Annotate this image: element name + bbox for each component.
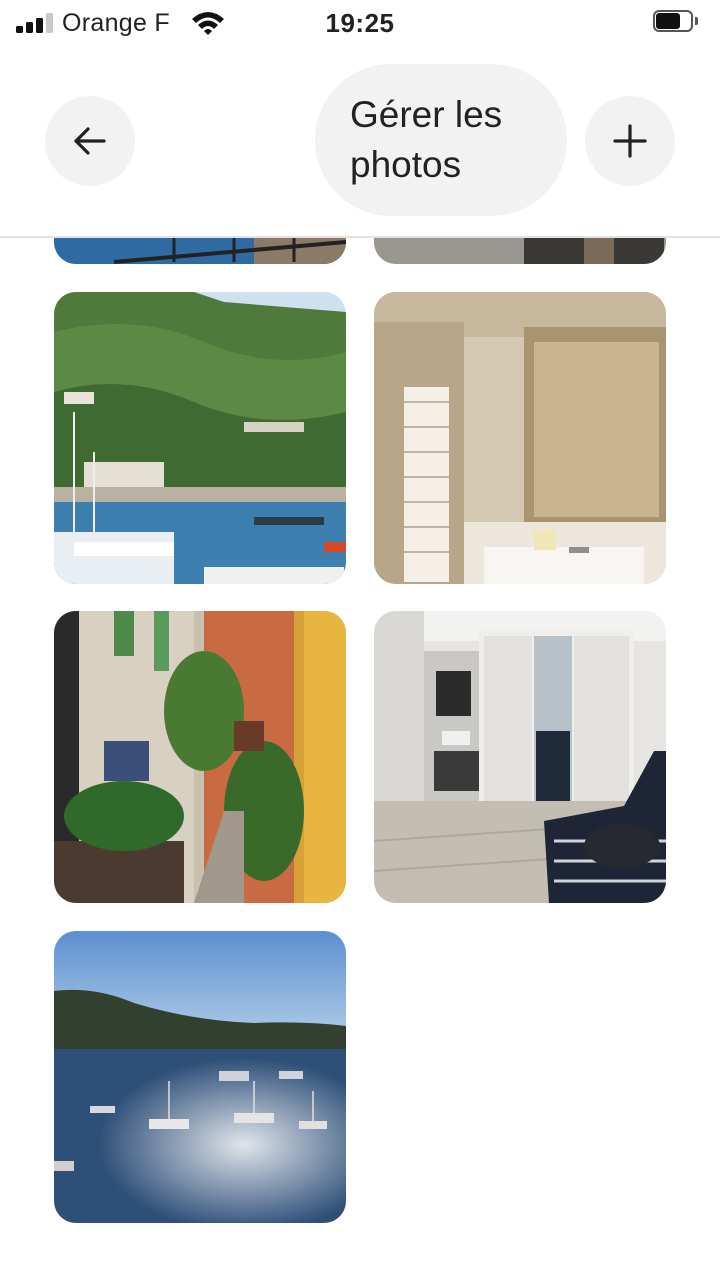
photo-tile[interactable] bbox=[54, 292, 346, 584]
header: Gérer les photos bbox=[0, 46, 720, 238]
status-bar: Orange F 19:25 bbox=[0, 0, 720, 46]
photo-tile[interactable] bbox=[374, 611, 666, 903]
arrow-left-icon bbox=[74, 127, 106, 155]
status-time: 19:25 bbox=[325, 8, 395, 38]
photo-alley bbox=[54, 611, 346, 903]
add-photo-button[interactable] bbox=[585, 96, 675, 186]
battery-icon bbox=[653, 10, 701, 34]
photo-bathroom bbox=[374, 292, 666, 584]
photo-harbor bbox=[54, 292, 346, 584]
photo-tile[interactable] bbox=[54, 611, 346, 903]
photo-tile[interactable] bbox=[374, 292, 666, 584]
photo-tile[interactable] bbox=[54, 931, 346, 1223]
back-button[interactable] bbox=[45, 96, 135, 186]
plus-icon bbox=[613, 124, 647, 158]
page-title: Gérer les photos bbox=[315, 64, 567, 216]
photo-bedroom bbox=[374, 611, 666, 903]
photo-bay bbox=[54, 931, 346, 1223]
